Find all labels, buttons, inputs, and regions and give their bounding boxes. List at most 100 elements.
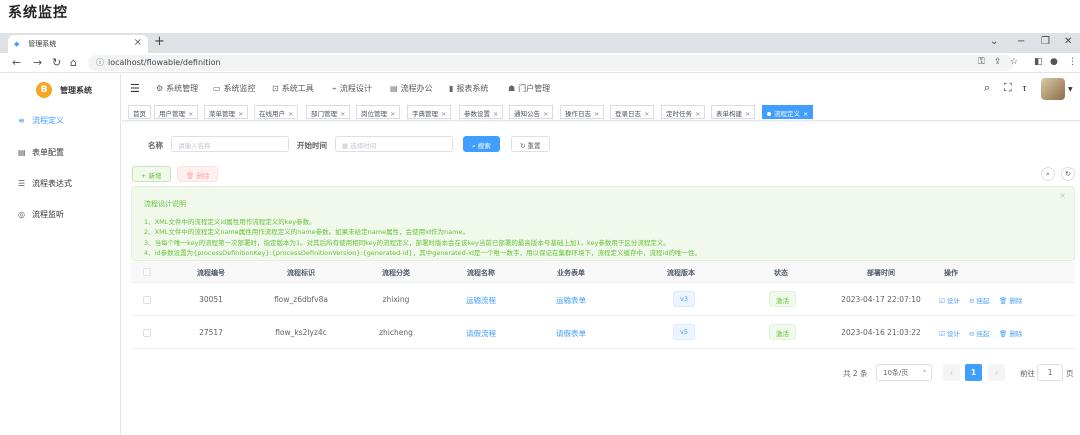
close-icon[interactable]: × xyxy=(695,110,700,118)
forward-icon[interactable]: → xyxy=(33,56,42,69)
page-size-select[interactable]: 10条/页 ▾ xyxy=(876,364,932,381)
suspend-link[interactable]: ⊖ 挂起 xyxy=(969,328,990,338)
close-icon[interactable]: × xyxy=(238,110,243,118)
close-icon[interactable]: × xyxy=(803,110,808,118)
goto-page-input[interactable]: 1 xyxy=(1037,364,1063,381)
menu-portal[interactable]: ☗ 门户管理 xyxy=(508,83,550,94)
menu-report[interactable]: ▮ 报表系统 xyxy=(449,83,488,94)
menu-flow-office[interactable]: ▤ 流程办公 xyxy=(390,83,433,94)
chevron-down-icon[interactable]: ▼ xyxy=(1068,86,1073,93)
hamburger-icon[interactable]: ☰ xyxy=(130,82,140,95)
design-link[interactable]: ☑ 设计 xyxy=(939,295,960,305)
close-icon[interactable]: × xyxy=(644,110,649,118)
close-icon[interactable]: × xyxy=(441,110,446,118)
close-icon[interactable]: × xyxy=(390,110,395,118)
listener-icon: ◎ xyxy=(18,210,25,219)
next-page-button[interactable]: › xyxy=(988,364,1005,381)
tab-search-icon[interactable]: ⌄ xyxy=(990,36,998,47)
search-icon[interactable]: ⌕ xyxy=(984,81,990,95)
menu-tools[interactable]: ⊡ 系统工具 xyxy=(272,83,314,94)
tag-dict[interactable]: 字典管理 × xyxy=(407,105,452,119)
search-toggle-icon[interactable]: ⌕ xyxy=(1041,167,1055,181)
alert-line: 4、id参数设置为{processDefinitionKey}:{process… xyxy=(144,249,701,257)
close-icon[interactable]: × xyxy=(493,110,498,118)
tag-home[interactable]: 首页 xyxy=(128,105,151,119)
sidebar-item-form[interactable]: ▤ 表单配置 xyxy=(18,147,118,161)
site-info-icon[interactable]: ⓘ xyxy=(96,58,104,67)
minimize-icon[interactable]: − xyxy=(1017,36,1025,47)
menu-label: 系统工具 xyxy=(281,84,314,93)
name-input[interactable]: 请输入名称 xyxy=(171,136,289,152)
select-all-checkbox[interactable] xyxy=(143,268,151,276)
close-icon[interactable]: × xyxy=(594,110,599,118)
menu-system[interactable]: ⚙ 系统管理 xyxy=(156,83,198,94)
sidepanel-icon[interactable]: ◧ xyxy=(1034,57,1043,67)
close-icon[interactable]: × xyxy=(188,110,193,118)
table-row: 30051 flow_z6dbfv8a zhixing 运输流程 运输表单 v3… xyxy=(131,284,1075,316)
tag-job[interactable]: 定时任务 × xyxy=(661,105,706,119)
tag-post[interactable]: 岗位管理 × xyxy=(356,105,401,119)
reload-icon[interactable]: ↻ xyxy=(52,56,61,69)
suspend-link[interactable]: ⊖ 挂起 xyxy=(969,295,990,305)
cell-form-link[interactable]: 运输表单 xyxy=(521,295,621,306)
back-icon[interactable]: ← xyxy=(12,56,21,69)
home-icon[interactable]: ⌂ xyxy=(70,56,77,69)
row-checkbox[interactable] xyxy=(143,329,151,337)
delete-button[interactable]: 🗑 删除 xyxy=(177,166,219,182)
close-icon[interactable]: × xyxy=(340,110,345,118)
tag-build[interactable]: 表单构建 × xyxy=(711,105,756,119)
prev-page-button[interactable]: ‹ xyxy=(943,364,960,381)
sidebar-item-definition[interactable]: ≡ 流程定义 xyxy=(18,115,118,129)
delete-link[interactable]: 🗑 删除 xyxy=(999,295,1022,305)
time-picker[interactable]: ▦ 选择时间 xyxy=(335,136,453,152)
star-icon[interactable]: ☆ xyxy=(1010,57,1018,67)
design-link[interactable]: ☑ 设计 xyxy=(939,328,960,338)
close-tab-icon[interactable]: × xyxy=(134,37,142,48)
cell-name-link[interactable]: 请假流程 xyxy=(441,328,521,339)
tag-menu[interactable]: 菜单管理 × xyxy=(204,105,249,119)
sidebar: B 管理系统 ≡ 流程定义 ▤ 表单配置 ☰ 流程表达式 ◎ 流程监听 xyxy=(0,74,121,435)
close-icon[interactable]: × xyxy=(288,110,293,118)
tag-definition[interactable]: 流程定义 × xyxy=(762,105,814,119)
menu-flow-design[interactable]: ⌁ 流程设计 xyxy=(332,83,372,94)
tag-operlog[interactable]: 操作日志 × xyxy=(560,105,605,119)
url-field[interactable]: ⓘ localhost/flowable/definition xyxy=(88,55,1014,71)
close-window-icon[interactable]: ✕ xyxy=(1064,36,1072,47)
menu-monitor[interactable]: ▭ 系统监控 xyxy=(213,83,256,94)
menu-dots-icon[interactable]: ⋮ xyxy=(1068,57,1077,67)
row-checkbox[interactable] xyxy=(143,296,151,304)
reset-button[interactable]: ↻ 重置 xyxy=(511,136,550,152)
profile-icon[interactable]: ● xyxy=(1050,57,1058,67)
avatar[interactable] xyxy=(1041,78,1065,100)
cell-name-link[interactable]: 运输流程 xyxy=(441,295,521,306)
refresh-icon[interactable]: ↻ xyxy=(1061,167,1075,181)
tag-notice[interactable]: 通知公告 × xyxy=(509,105,554,119)
sidebar-item-expression[interactable]: ☰ 流程表达式 xyxy=(18,178,118,192)
share-icon[interactable]: ⇪ xyxy=(994,57,1002,67)
close-icon[interactable]: × xyxy=(1059,191,1066,200)
key-icon[interactable]: ⚿ xyxy=(978,57,985,67)
op-label: 设计 xyxy=(946,330,960,338)
add-button[interactable]: + 新增 xyxy=(132,166,171,182)
tag-dept[interactable]: 部门管理 × xyxy=(306,105,351,119)
tag-label: 登录日志 xyxy=(615,110,641,118)
close-icon[interactable]: × xyxy=(745,110,750,118)
restore-icon[interactable]: ❐ xyxy=(1041,36,1050,47)
search-button[interactable]: ⌕ 搜索 xyxy=(463,136,500,152)
font-size-icon[interactable]: ⲧ xyxy=(1022,81,1027,95)
fullscreen-icon[interactable]: ⛶ xyxy=(1004,81,1012,95)
tag-loginlog[interactable]: 登录日志 × xyxy=(610,105,655,119)
pagination-total: 共 2 条 xyxy=(843,369,868,378)
cell-form-link[interactable]: 请假表单 xyxy=(521,328,621,339)
sidebar-item-listener[interactable]: ◎ 流程监听 xyxy=(18,209,118,223)
tag-config[interactable]: 参数设置 × xyxy=(459,105,504,119)
tag-user[interactable]: 用户管理 × xyxy=(154,105,199,119)
tag-online[interactable]: 在线用户 × xyxy=(254,105,299,119)
address-bar: ← → ↻ ⌂ ⓘ localhost/flowable/definition ⚿… xyxy=(0,53,1080,73)
new-tab-button[interactable]: + xyxy=(154,34,165,49)
page-number-current[interactable]: 1 xyxy=(965,364,982,381)
browser-tab[interactable]: ◆ 管理系统 × xyxy=(8,35,148,53)
close-icon[interactable]: × xyxy=(543,110,548,118)
tag-label: 岗位管理 xyxy=(361,110,387,118)
delete-link[interactable]: 🗑 删除 xyxy=(999,328,1022,338)
